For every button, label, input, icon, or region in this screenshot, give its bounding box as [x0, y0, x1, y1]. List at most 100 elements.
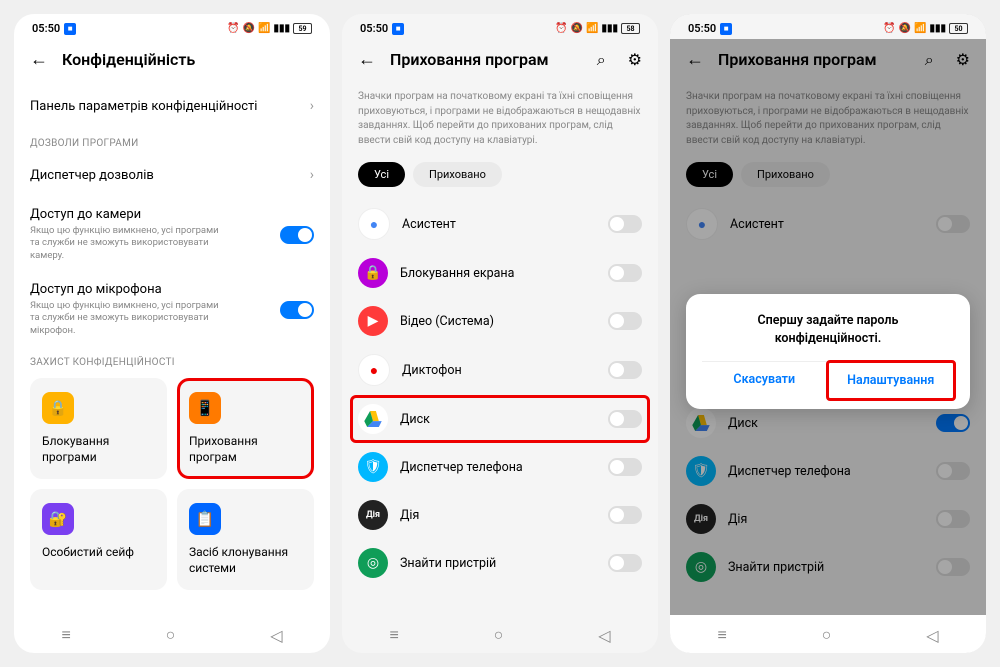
back-button[interactable]: ←: [30, 49, 48, 70]
home-button[interactable]: ○: [494, 625, 504, 645]
app-name: Знайти пристрій: [400, 556, 596, 571]
app-toggle[interactable]: [936, 215, 970, 233]
diia-icon: Дія: [358, 500, 388, 530]
status-time: 05:50: [32, 22, 60, 35]
battery-icon: 50: [949, 23, 968, 34]
screenshots-container: 05:50 ■ ⏰ 🔕 📶 ▮▮▮ 59 ← Конфіденційність …: [0, 0, 1000, 667]
search-icon[interactable]: ⌕: [597, 50, 606, 70]
app-toggle[interactable]: [608, 410, 642, 428]
app-toggle[interactable]: [608, 458, 642, 476]
settings-icon[interactable]: ⚙: [956, 50, 970, 69]
page-title: Приховання програм: [718, 50, 903, 69]
app-row-video: ▶ Відео (Система): [358, 297, 642, 345]
status-bar: 05:50 ■ ⏰ 🔕 📶 ▮▮▮ 58: [342, 14, 658, 39]
chip-all[interactable]: Усі: [686, 162, 733, 187]
battery-icon: 58: [621, 23, 640, 34]
filter-chips: Усі Приховано: [358, 162, 642, 199]
app-name: Дія: [400, 508, 596, 523]
cancel-button[interactable]: Скасувати: [702, 362, 828, 399]
back-nav-button[interactable]: ◁: [926, 626, 938, 645]
recent-apps-button[interactable]: ≡: [389, 625, 398, 645]
app-row-diia: Дія Дія: [686, 495, 970, 543]
status-time: 05:50: [360, 22, 388, 35]
chip-hidden[interactable]: Приховано: [413, 162, 502, 187]
status-bar: 05:50 ■ ⏰ 🔕 📶 ▮▮▮ 50: [670, 14, 986, 39]
recent-apps-button[interactable]: ≡: [717, 625, 726, 645]
header: ← Конфіденційність: [14, 39, 330, 84]
card-safe-label: Особистий сейф: [42, 545, 155, 561]
section-permissions: ДОЗВОЛИ ПРОГРАМИ: [30, 128, 314, 153]
phone-manager-icon: 🛡: [358, 452, 388, 482]
signal-icon: ▮▮▮: [929, 23, 946, 34]
nav-bar: ≡ ○ ◁: [670, 615, 986, 653]
recent-apps-button[interactable]: ≡: [61, 625, 70, 645]
mic-desc: Якщо цю функцію вимкнено, усі програми т…: [30, 300, 230, 337]
app-toggle[interactable]: [608, 215, 642, 233]
camera-desc: Якщо цю функцію вимкнено, усі програми т…: [30, 225, 230, 262]
search-icon[interactable]: ⌕: [925, 50, 934, 70]
card-private-safe[interactable]: 🔐 Особистий сейф: [30, 489, 167, 590]
home-button[interactable]: ○: [166, 625, 176, 645]
permission-manager-row[interactable]: Диспетчер дозволів ›: [30, 153, 314, 197]
privacy-panel-label: Панель параметрів конфіденційності: [30, 99, 257, 114]
app-row-find-device: ◎ Знайти пристрій: [358, 539, 642, 587]
card-system-clone[interactable]: 📋 Засіб клонування системи: [177, 489, 314, 590]
app-toggle[interactable]: [608, 312, 642, 330]
content: Панель параметрів конфіденційності › ДОЗ…: [14, 84, 330, 615]
home-button[interactable]: ○: [822, 625, 832, 645]
wifi-icon: 📶: [914, 23, 926, 34]
app-toggle[interactable]: [936, 510, 970, 528]
header: ← Приховання програм ⌕ ⚙: [342, 39, 658, 84]
app-name: Диспетчер телефона: [728, 464, 924, 479]
drive-icon: [358, 404, 388, 434]
chip-all[interactable]: Усі: [358, 162, 405, 187]
signal-icon: ▮▮▮: [273, 23, 290, 34]
app-toggle[interactable]: [936, 462, 970, 480]
card-hide-apps[interactable]: 📱 Приховання програм: [177, 378, 314, 479]
find-device-icon: ◎: [358, 548, 388, 578]
phone-manager-icon: 🛡: [686, 456, 716, 486]
app-toggle[interactable]: [608, 554, 642, 572]
dialog-actions: Скасувати Налаштування: [702, 361, 954, 399]
back-nav-button[interactable]: ◁: [598, 626, 610, 645]
recorder-icon: ●: [358, 354, 390, 386]
app-row-phone-manager: 🛡 Диспетчер телефона: [358, 443, 642, 491]
dnd-icon: 🔕: [243, 23, 255, 34]
notification-badge-icon: ■: [392, 23, 404, 35]
camera-toggle[interactable]: [280, 226, 314, 244]
mic-toggle[interactable]: [280, 301, 314, 319]
chevron-right-icon: ›: [310, 98, 314, 114]
permission-manager-label: Диспетчер дозволів: [30, 168, 154, 183]
app-toggle[interactable]: [608, 264, 642, 282]
app-toggle[interactable]: [936, 558, 970, 576]
mic-setting: Доступ до мікрофона Якщо цю функцію вимк…: [30, 272, 314, 347]
app-row-screenlock: 🔒 Блокування екрана: [358, 249, 642, 297]
app-name: Відео (Система): [400, 314, 596, 329]
privacy-panel-row[interactable]: Панель параметрів конфіденційності ›: [30, 84, 314, 128]
battery-icon: 59: [293, 23, 312, 34]
app-toggle[interactable]: [608, 506, 642, 524]
video-icon: ▶: [358, 306, 388, 336]
back-button[interactable]: ←: [686, 49, 704, 70]
password-dialog: Спершу задайте пароль конфіденційності. …: [686, 294, 970, 409]
app-name: Диск: [400, 412, 596, 427]
app-toggle-on[interactable]: [936, 414, 970, 432]
app-name: Асистент: [730, 217, 924, 232]
app-name: Асистент: [402, 217, 596, 232]
back-nav-button[interactable]: ◁: [270, 626, 282, 645]
dnd-icon: 🔕: [571, 23, 583, 34]
app-row-assistant: ● Асистент: [358, 199, 642, 249]
card-app-lock[interactable]: 🔒 Блокування програми: [30, 378, 167, 479]
settings-icon[interactable]: ⚙: [628, 50, 642, 69]
app-row-assistant: ● Асистент: [686, 199, 970, 249]
camera-setting: Доступ до камери Якщо цю функцію вимкнен…: [30, 197, 314, 272]
dnd-icon: 🔕: [899, 23, 911, 34]
app-row-diia: Дія Дія: [358, 491, 642, 539]
app-toggle[interactable]: [608, 361, 642, 379]
chip-hidden[interactable]: Приховано: [741, 162, 830, 187]
assistant-icon: ●: [358, 208, 390, 240]
alarm-icon: ⏰: [883, 23, 895, 34]
screenlock-icon: 🔒: [358, 258, 388, 288]
settings-button[interactable]: Налаштування: [826, 360, 957, 401]
back-button[interactable]: ←: [358, 49, 376, 70]
